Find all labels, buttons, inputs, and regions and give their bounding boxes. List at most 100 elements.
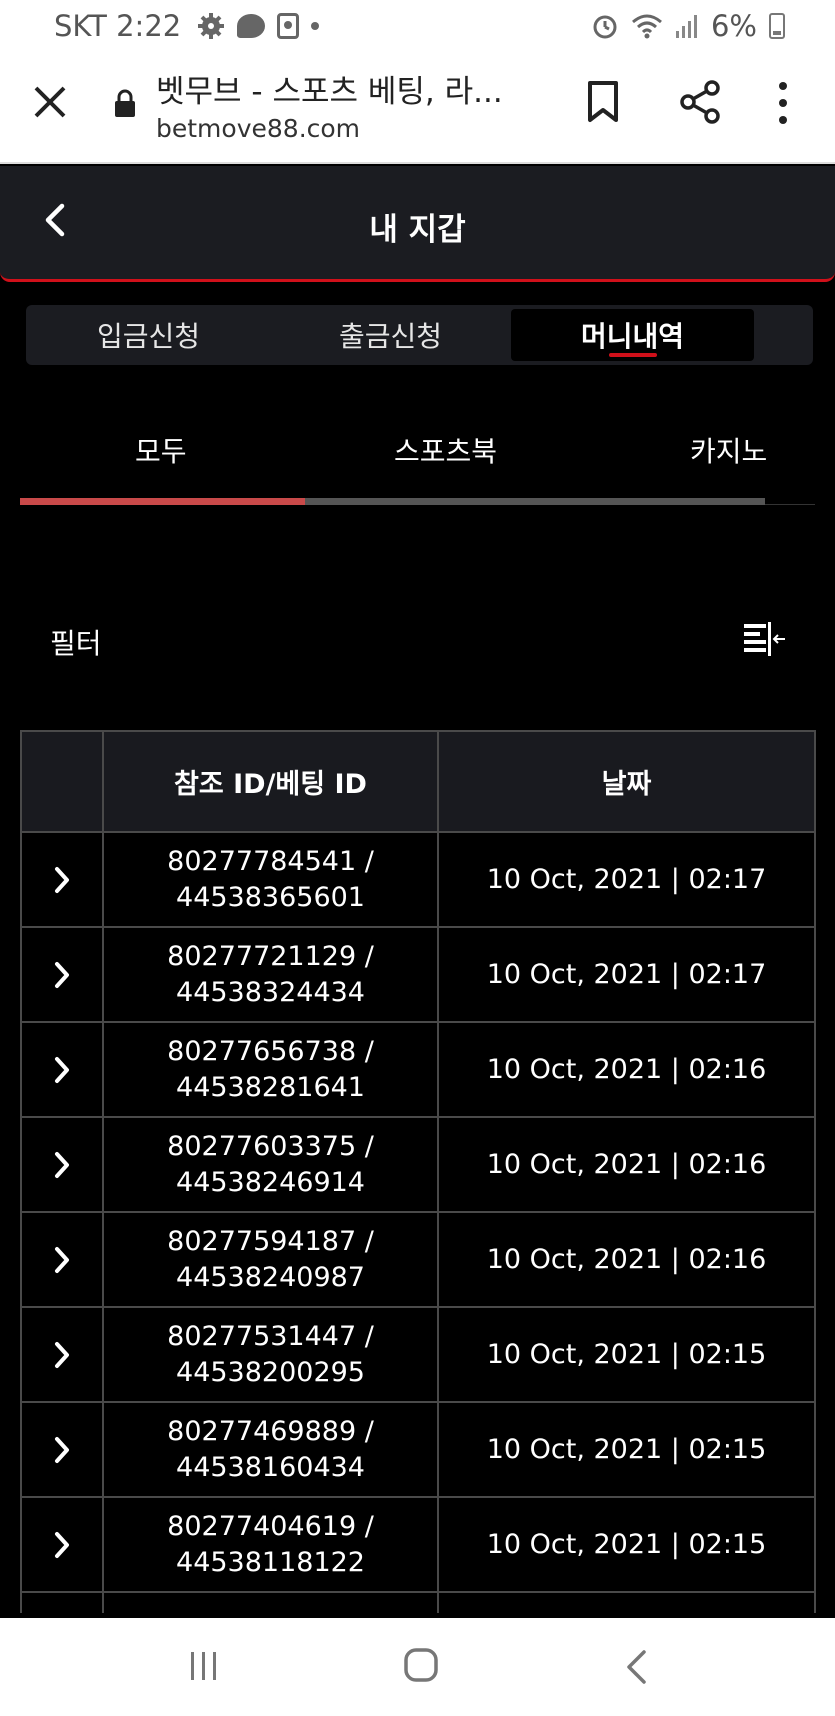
column-header-ref-id: 참조 ID/베팅 ID: [104, 732, 439, 831]
chevron-right-icon[interactable]: [51, 1055, 73, 1085]
ref-id: 80277469889 /: [167, 1415, 374, 1447]
table-row[interactable]: 80277721129 / 44538324434 10 Oct, 2021 | …: [20, 928, 816, 1023]
tab-all[interactable]: 모두: [135, 430, 187, 470]
category-active-indicator: [20, 498, 305, 505]
category-divider: [765, 504, 815, 505]
status-right: 6%: [591, 9, 785, 43]
back-icon[interactable]: [624, 1648, 648, 1686]
expand-cell[interactable]: [22, 928, 104, 1021]
wifi-icon: [632, 14, 662, 39]
date-cell: 10 Oct, 2021 | 02:16: [486, 1054, 767, 1085]
date-cell: 10 Oct, 2021 | 02:15: [486, 1339, 767, 1370]
ref-id-cell: 80277531447 / 44538200295: [104, 1308, 439, 1401]
table-header: 참조 ID/베팅 ID 날짜: [20, 730, 816, 833]
column-header-date: 날짜: [601, 769, 652, 800]
share-icon[interactable]: [678, 80, 722, 124]
tab-sportsbook[interactable]: 스포츠북: [394, 430, 497, 470]
expand-cell[interactable]: [22, 1118, 104, 1211]
ref-id: 80277656738 /: [167, 1035, 374, 1067]
date-cell: 10 Oct, 2021 | 02:16: [486, 1149, 767, 1180]
expand-cell[interactable]: [22, 1213, 104, 1306]
close-icon[interactable]: [30, 82, 70, 122]
tab-withdraw-label: 출금신청: [338, 320, 443, 353]
expand-cell[interactable]: [22, 833, 104, 926]
filter-label: 필터: [50, 627, 102, 660]
ref-id-cell: 80277721129 / 44538324434: [104, 928, 439, 1021]
gear-icon: [198, 13, 225, 39]
expand-cell[interactable]: [22, 1403, 104, 1496]
bet-id: 44538246914: [176, 1166, 365, 1198]
tab-withdraw[interactable]: 출금신청: [278, 309, 503, 361]
chat-bubble-icon: [237, 14, 266, 38]
table-row[interactable]: 80277603375 / 44538246914 10 Oct, 2021 | …: [20, 1118, 816, 1213]
date-cell: 10 Oct, 2021 | 02:17: [486, 864, 767, 895]
expand-cell[interactable]: [22, 1308, 104, 1401]
bet-id: 44538240987: [176, 1261, 365, 1293]
chevron-right-icon[interactable]: [51, 1435, 73, 1465]
bet-id: 44538200295: [176, 1356, 365, 1388]
expand-cell[interactable]: [22, 1023, 104, 1116]
alarm-icon: [593, 15, 617, 39]
bet-id: 44538160434: [176, 1451, 365, 1483]
date-cell: 10 Oct, 2021 | 02:15: [486, 1434, 767, 1465]
ref-id: 80277784541 /: [167, 845, 374, 877]
battery-icon: [769, 13, 785, 39]
ref-id: 80277721129 /: [167, 940, 374, 972]
ref-id: 80277603375 /: [167, 1130, 374, 1162]
table-row[interactable]: 80277594187 / 44538240987 10 Oct, 2021 | …: [20, 1213, 816, 1308]
bet-id: 44538324434: [176, 976, 365, 1008]
ref-id: 80277531447 /: [167, 1320, 374, 1352]
home-icon[interactable]: [403, 1646, 439, 1684]
tab-money-history[interactable]: 머니내역: [511, 309, 754, 361]
expand-cell[interactable]: [22, 1498, 104, 1591]
page-title[interactable]: 벳무브 - 스포츠 베팅, 라...: [156, 66, 526, 111]
ref-id-cell: 80277656738 / 44538281641: [104, 1023, 439, 1116]
chevron-right-icon[interactable]: [51, 1245, 73, 1275]
tab-casino[interactable]: 카지노: [690, 430, 767, 470]
partial-cell: [439, 1593, 814, 1613]
ref-id-cell: 80277404619 / 44538118122: [104, 1498, 439, 1591]
ref-id-cell: 80277603375 / 44538246914: [104, 1118, 439, 1211]
wallet-title: 내 지갑: [369, 212, 466, 248]
chevron-right-icon[interactable]: [51, 865, 73, 895]
table-row[interactable]: 80277656738 / 44538281641 10 Oct, 2021 | …: [20, 1023, 816, 1118]
partial-cell: [22, 1593, 104, 1613]
page-url[interactable]: betmove88.com: [156, 114, 360, 143]
filter-collapse-icon[interactable]: [742, 620, 786, 658]
ref-id: 80277404619 /: [167, 1510, 374, 1542]
battery-percent: 6%: [710, 9, 757, 43]
chevron-right-icon[interactable]: [51, 1340, 73, 1370]
table-row-partial: [20, 1593, 816, 1613]
table-row[interactable]: 80277531447 / 44538200295 10 Oct, 2021 | …: [20, 1308, 816, 1403]
table-row[interactable]: 80277784541 / 44538365601 10 Oct, 2021 | …: [20, 833, 816, 928]
notification-dot-icon: [311, 22, 320, 30]
bet-id: 44538118122: [176, 1546, 365, 1578]
bet-id: 44538281641: [176, 1071, 365, 1103]
bet-id: 44538365601: [176, 881, 365, 913]
bookmark-icon[interactable]: [586, 80, 620, 124]
date-cell: 10 Oct, 2021 | 02:16: [486, 1244, 767, 1275]
status-bar: SKT 2:22 6%: [0, 0, 835, 50]
chevron-right-icon[interactable]: [51, 1530, 73, 1560]
carrier-time: SKT 2:22: [54, 9, 182, 43]
app-header: 내 지갑: [0, 166, 835, 282]
lock-icon: [115, 89, 135, 117]
calendar-icon: [277, 13, 300, 39]
active-tab-underline: [608, 353, 657, 357]
table-row[interactable]: 80277469889 / 44538160434 10 Oct, 2021 | …: [20, 1403, 816, 1498]
table-row[interactable]: 80277404619 / 44538118122 10 Oct, 2021 | …: [20, 1498, 816, 1593]
system-navigation-bar: [0, 1618, 835, 1716]
tab-money-history-label: 머니내역: [580, 320, 685, 353]
chevron-right-icon[interactable]: [51, 1150, 73, 1180]
tab-deposit[interactable]: 입금신청: [36, 309, 261, 361]
browser-toolbar: 벳무브 - 스포츠 베팅, 라... betmove88.com: [0, 50, 835, 164]
column-header-expand: [22, 732, 104, 831]
status-left: SKT 2:22: [54, 9, 320, 43]
recent-apps-icon[interactable]: [188, 1648, 220, 1684]
chevron-right-icon[interactable]: [51, 960, 73, 990]
money-history-table: 참조 ID/베팅 ID 날짜 80277784541 / 44538365601 …: [20, 730, 816, 1613]
ref-id-cell: 80277784541 / 44538365601: [104, 833, 439, 926]
partial-cell: [104, 1593, 439, 1613]
more-vertical-icon[interactable]: [776, 80, 790, 126]
signal-icon: [675, 15, 697, 38]
